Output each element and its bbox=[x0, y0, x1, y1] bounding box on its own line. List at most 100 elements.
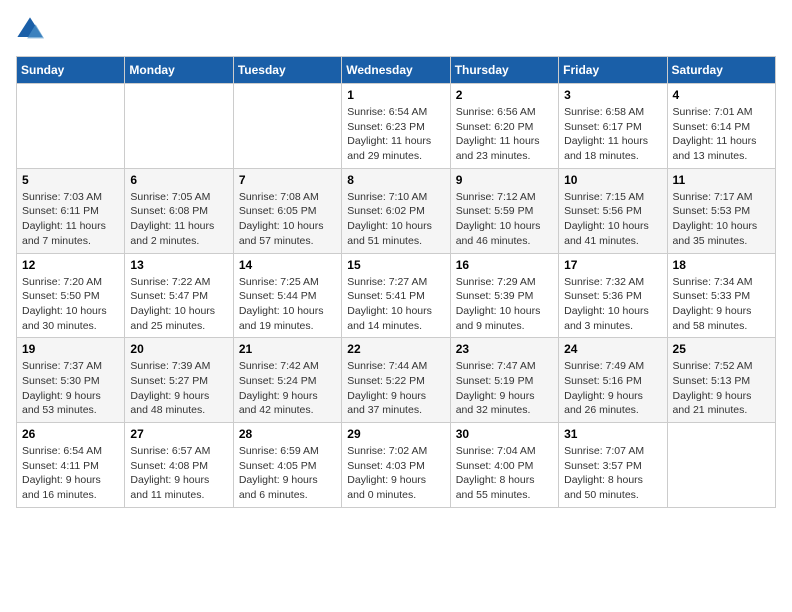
day-info: Sunrise: 7:34 AM Sunset: 5:33 PM Dayligh… bbox=[673, 275, 770, 334]
calendar-cell: 11 Sunrise: 7:17 AM Sunset: 5:53 PM Dayli… bbox=[667, 168, 775, 253]
day-number: 8 bbox=[347, 173, 444, 187]
day-number: 16 bbox=[456, 258, 553, 272]
day-number: 14 bbox=[239, 258, 336, 272]
day-number: 13 bbox=[130, 258, 227, 272]
calendar-cell: 13 Sunrise: 7:22 AM Sunset: 5:47 PM Dayli… bbox=[125, 253, 233, 338]
calendar-cell: 24 Sunrise: 7:49 AM Sunset: 5:16 PM Dayli… bbox=[559, 338, 667, 423]
day-info: Sunrise: 7:04 AM Sunset: 4:00 PM Dayligh… bbox=[456, 444, 553, 503]
dow-sunday: Sunday bbox=[17, 57, 125, 84]
calendar-cell: 9Sunrise: 7:12 AM Sunset: 5:59 PM Daylig… bbox=[450, 168, 558, 253]
day-number: 2 bbox=[456, 88, 553, 102]
calendar-body: 1 Sunrise: 6:54 AM Sunset: 6:23 PM Daylig… bbox=[17, 84, 776, 508]
day-number: 30 bbox=[456, 427, 553, 441]
calendar-cell: 25Sunrise: 7:52 AM Sunset: 5:13 PM Dayli… bbox=[667, 338, 775, 423]
day-info: Sunrise: 7:37 AM Sunset: 5:30 PM Dayligh… bbox=[22, 359, 119, 418]
calendar-cell: 7 Sunrise: 7:08 AM Sunset: 6:05 PM Daylig… bbox=[233, 168, 341, 253]
day-info: Sunrise: 7:02 AM Sunset: 4:03 PM Dayligh… bbox=[347, 444, 444, 503]
calendar-cell: 8Sunrise: 7:10 AM Sunset: 6:02 PM Daylig… bbox=[342, 168, 450, 253]
calendar-cell bbox=[17, 84, 125, 169]
day-number: 5 bbox=[22, 173, 119, 187]
day-info: Sunrise: 7:52 AM Sunset: 5:13 PM Dayligh… bbox=[673, 359, 770, 418]
day-info: Sunrise: 6:57 AM Sunset: 4:08 PM Dayligh… bbox=[130, 444, 227, 503]
day-info: Sunrise: 7:29 AM Sunset: 5:39 PM Dayligh… bbox=[456, 275, 553, 334]
day-info: Sunrise: 6:56 AM Sunset: 6:20 PM Dayligh… bbox=[456, 105, 553, 164]
page-header bbox=[16, 16, 776, 44]
day-info: Sunrise: 7:42 AM Sunset: 5:24 PM Dayligh… bbox=[239, 359, 336, 418]
calendar-cell: 3 Sunrise: 6:58 AM Sunset: 6:17 PM Daylig… bbox=[559, 84, 667, 169]
calendar-cell: 6 Sunrise: 7:05 AM Sunset: 6:08 PM Daylig… bbox=[125, 168, 233, 253]
calendar-cell: 12Sunrise: 7:20 AM Sunset: 5:50 PM Dayli… bbox=[17, 253, 125, 338]
day-info: Sunrise: 6:54 AM Sunset: 4:11 PM Dayligh… bbox=[22, 444, 119, 503]
day-info: Sunrise: 7:01 AM Sunset: 6:14 PM Dayligh… bbox=[673, 105, 770, 164]
calendar-cell: 26 Sunrise: 6:54 AM Sunset: 4:11 PM Dayli… bbox=[17, 423, 125, 508]
week-row-2: 5 Sunrise: 7:03 AM Sunset: 6:11 PM Daylig… bbox=[17, 168, 776, 253]
dow-wednesday: Wednesday bbox=[342, 57, 450, 84]
day-info: Sunrise: 7:15 AM Sunset: 5:56 PM Dayligh… bbox=[564, 190, 661, 249]
calendar-cell: 22Sunrise: 7:44 AM Sunset: 5:22 PM Dayli… bbox=[342, 338, 450, 423]
day-info: Sunrise: 7:05 AM Sunset: 6:08 PM Dayligh… bbox=[130, 190, 227, 249]
day-number: 21 bbox=[239, 342, 336, 356]
calendar-cell: 31 Sunrise: 7:07 AM Sunset: 3:57 PM Dayli… bbox=[559, 423, 667, 508]
week-row-3: 12Sunrise: 7:20 AM Sunset: 5:50 PM Dayli… bbox=[17, 253, 776, 338]
day-info: Sunrise: 7:17 AM Sunset: 5:53 PM Dayligh… bbox=[673, 190, 770, 249]
day-number: 6 bbox=[130, 173, 227, 187]
day-info: Sunrise: 7:27 AM Sunset: 5:41 PM Dayligh… bbox=[347, 275, 444, 334]
dow-friday: Friday bbox=[559, 57, 667, 84]
day-info: Sunrise: 7:22 AM Sunset: 5:47 PM Dayligh… bbox=[130, 275, 227, 334]
day-info: Sunrise: 7:08 AM Sunset: 6:05 PM Dayligh… bbox=[239, 190, 336, 249]
day-info: Sunrise: 7:03 AM Sunset: 6:11 PM Dayligh… bbox=[22, 190, 119, 249]
day-info: Sunrise: 6:58 AM Sunset: 6:17 PM Dayligh… bbox=[564, 105, 661, 164]
calendar-cell bbox=[233, 84, 341, 169]
day-number: 3 bbox=[564, 88, 661, 102]
calendar-cell: 19 Sunrise: 7:37 AM Sunset: 5:30 PM Dayli… bbox=[17, 338, 125, 423]
dow-thursday: Thursday bbox=[450, 57, 558, 84]
calendar-cell: 1 Sunrise: 6:54 AM Sunset: 6:23 PM Daylig… bbox=[342, 84, 450, 169]
logo-icon bbox=[16, 16, 44, 44]
calendar-cell: 28Sunrise: 6:59 AM Sunset: 4:05 PM Dayli… bbox=[233, 423, 341, 508]
day-number: 1 bbox=[347, 88, 444, 102]
day-number: 10 bbox=[564, 173, 661, 187]
calendar-cell: 10 Sunrise: 7:15 AM Sunset: 5:56 PM Dayli… bbox=[559, 168, 667, 253]
days-of-week-header: SundayMondayTuesdayWednesdayThursdayFrid… bbox=[17, 57, 776, 84]
day-number: 23 bbox=[456, 342, 553, 356]
calendar-cell: 17 Sunrise: 7:32 AM Sunset: 5:36 PM Dayli… bbox=[559, 253, 667, 338]
day-info: Sunrise: 7:07 AM Sunset: 3:57 PM Dayligh… bbox=[564, 444, 661, 503]
day-info: Sunrise: 6:54 AM Sunset: 6:23 PM Dayligh… bbox=[347, 105, 444, 164]
day-number: 22 bbox=[347, 342, 444, 356]
day-number: 9 bbox=[456, 173, 553, 187]
calendar-table: SundayMondayTuesdayWednesdayThursdayFrid… bbox=[16, 56, 776, 508]
day-number: 7 bbox=[239, 173, 336, 187]
calendar-cell: 21 Sunrise: 7:42 AM Sunset: 5:24 PM Dayli… bbox=[233, 338, 341, 423]
week-row-5: 26 Sunrise: 6:54 AM Sunset: 4:11 PM Dayli… bbox=[17, 423, 776, 508]
day-number: 19 bbox=[22, 342, 119, 356]
week-row-4: 19 Sunrise: 7:37 AM Sunset: 5:30 PM Dayli… bbox=[17, 338, 776, 423]
day-number: 28 bbox=[239, 427, 336, 441]
day-number: 24 bbox=[564, 342, 661, 356]
calendar-cell: 2 Sunrise: 6:56 AM Sunset: 6:20 PM Daylig… bbox=[450, 84, 558, 169]
day-number: 31 bbox=[564, 427, 661, 441]
day-info: Sunrise: 7:49 AM Sunset: 5:16 PM Dayligh… bbox=[564, 359, 661, 418]
day-number: 4 bbox=[673, 88, 770, 102]
dow-tuesday: Tuesday bbox=[233, 57, 341, 84]
calendar-cell: 20Sunrise: 7:39 AM Sunset: 5:27 PM Dayli… bbox=[125, 338, 233, 423]
calendar-cell: 14 Sunrise: 7:25 AM Sunset: 5:44 PM Dayli… bbox=[233, 253, 341, 338]
day-number: 29 bbox=[347, 427, 444, 441]
day-number: 11 bbox=[673, 173, 770, 187]
day-info: Sunrise: 7:25 AM Sunset: 5:44 PM Dayligh… bbox=[239, 275, 336, 334]
day-number: 15 bbox=[347, 258, 444, 272]
calendar-cell: 4 Sunrise: 7:01 AM Sunset: 6:14 PM Daylig… bbox=[667, 84, 775, 169]
day-info: Sunrise: 7:20 AM Sunset: 5:50 PM Dayligh… bbox=[22, 275, 119, 334]
day-info: Sunrise: 7:47 AM Sunset: 5:19 PM Dayligh… bbox=[456, 359, 553, 418]
calendar-cell: 16 Sunrise: 7:29 AM Sunset: 5:39 PM Dayli… bbox=[450, 253, 558, 338]
day-number: 17 bbox=[564, 258, 661, 272]
day-info: Sunrise: 7:39 AM Sunset: 5:27 PM Dayligh… bbox=[130, 359, 227, 418]
calendar-cell: 27Sunrise: 6:57 AM Sunset: 4:08 PM Dayli… bbox=[125, 423, 233, 508]
dow-saturday: Saturday bbox=[667, 57, 775, 84]
day-number: 26 bbox=[22, 427, 119, 441]
calendar-cell: 30 Sunrise: 7:04 AM Sunset: 4:00 PM Dayli… bbox=[450, 423, 558, 508]
calendar-cell: 18Sunrise: 7:34 AM Sunset: 5:33 PM Dayli… bbox=[667, 253, 775, 338]
day-info: Sunrise: 7:32 AM Sunset: 5:36 PM Dayligh… bbox=[564, 275, 661, 334]
calendar-cell: 15 Sunrise: 7:27 AM Sunset: 5:41 PM Dayli… bbox=[342, 253, 450, 338]
week-row-1: 1 Sunrise: 6:54 AM Sunset: 6:23 PM Daylig… bbox=[17, 84, 776, 169]
calendar-cell bbox=[667, 423, 775, 508]
